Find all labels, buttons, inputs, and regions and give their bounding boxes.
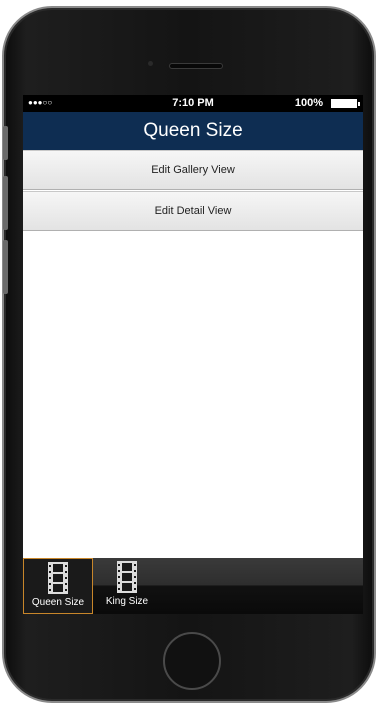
volume-down-button <box>3 240 8 294</box>
mute-switch <box>3 126 8 160</box>
tab-queen-size-label: Queen Size <box>31 597 85 608</box>
edit-detail-view-button[interactable]: Edit Detail View <box>23 191 363 231</box>
navigation-bar: Queen Size <box>23 112 363 150</box>
tab-king-size[interactable]: King Size <box>95 558 159 614</box>
tab-king-size-label: King Size <box>105 596 149 607</box>
page-title: Queen Size <box>143 120 243 141</box>
earpiece-speaker <box>169 63 223 69</box>
status-bar: ●●●○○ 7:10 PM 100% <box>23 95 363 112</box>
volume-up-button <box>3 176 8 230</box>
film-strip-icon <box>48 562 68 594</box>
film-strip-icon <box>117 561 137 593</box>
edit-detail-view-label: Edit Detail View <box>154 205 232 217</box>
tab-bar: Queen Size King Size <box>23 558 363 614</box>
edit-gallery-view-label: Edit Gallery View <box>151 164 235 176</box>
edit-gallery-view-button[interactable]: Edit Gallery View <box>23 150 363 190</box>
phone-screen: ●●●○○ 7:10 PM 100% Queen Size Edit Galle… <box>23 95 363 614</box>
battery-percentage: 100% <box>294 97 323 109</box>
battery-icon <box>331 99 360 108</box>
front-camera <box>148 61 153 66</box>
home-button[interactable] <box>163 632 221 690</box>
tab-queen-size[interactable]: Queen Size <box>23 558 93 614</box>
